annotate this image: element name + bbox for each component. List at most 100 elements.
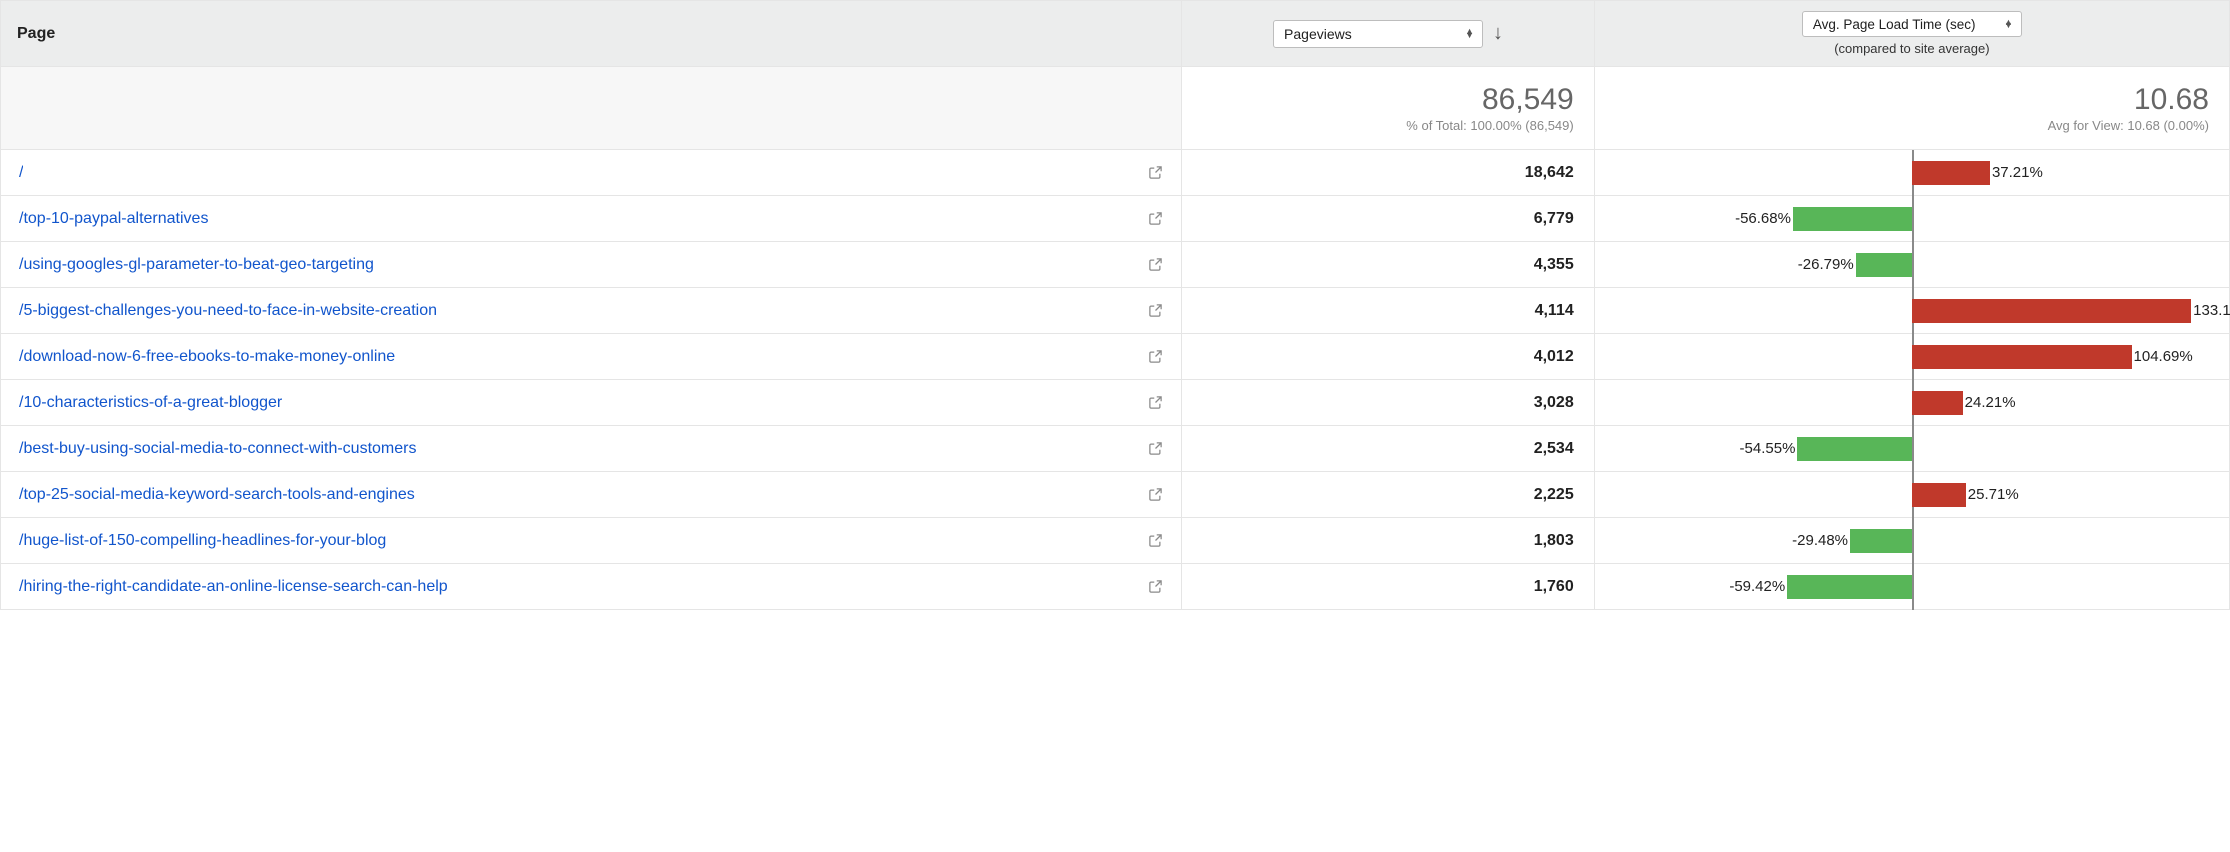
table-row: /hiring-the-right-candidate-an-online-li… <box>1 564 2230 610</box>
external-link-icon[interactable] <box>1148 303 1163 318</box>
page-link[interactable]: /huge-list-of-150-compelling-headlines-f… <box>19 532 386 550</box>
comparison-bar-cell: 24.21% <box>1594 380 2229 426</box>
comparison-bar <box>1912 161 1990 185</box>
page-cell: /5-biggest-challenges-you-need-to-face-i… <box>1 288 1182 334</box>
totals-metric-note: Avg for View: 10.68 (0.00%) <box>1615 118 2209 133</box>
comparison-bar-label: 24.21% <box>1965 391 2016 415</box>
page-link[interactable]: /best-buy-using-social-media-to-connect-… <box>19 440 416 458</box>
page-cell: /best-buy-using-social-media-to-connect-… <box>1 426 1182 472</box>
external-link-icon[interactable] <box>1148 395 1163 410</box>
comparison-bar <box>1912 391 1963 415</box>
comparison-bar <box>1793 207 1912 231</box>
totals-metric-cell: 10.68 Avg for View: 10.68 (0.00%) <box>1594 67 2229 150</box>
comparison-bar-cell: -54.55% <box>1594 426 2229 472</box>
table-row: /using-googles-gl-parameter-to-beat-geo-… <box>1 242 2230 288</box>
comparison-bar-label: 25.71% <box>1968 483 2019 507</box>
page-link[interactable]: /top-10-paypal-alternatives <box>19 210 208 228</box>
pageviews-cell: 2,225 <box>1182 472 1594 518</box>
page-cell: / <box>1 150 1182 196</box>
page-cell: /top-25-social-media-keyword-search-tool… <box>1 472 1182 518</box>
comparison-metric-select[interactable]: Avg. Page Load Time (sec) ▲▼ <box>1802 11 2022 37</box>
comparison-bar-label: -26.79% <box>1798 253 1854 277</box>
comparison-bar-cell: 133.12% <box>1594 288 2229 334</box>
table-row: /top-10-paypal-alternatives 6,779 -56.68… <box>1 196 2230 242</box>
table-row: / 18,642 37.21% <box>1 150 2230 196</box>
page-cell: /download-now-6-free-ebooks-to-make-mone… <box>1 334 1182 380</box>
baseline-marker <box>1912 426 1914 472</box>
column-header-page-label: Page <box>17 25 55 42</box>
table-row: /huge-list-of-150-compelling-headlines-f… <box>1 518 2230 564</box>
pageviews-cell: 1,803 <box>1182 518 1594 564</box>
totals-row: 86,549 % of Total: 100.00% (86,549) 10.6… <box>1 67 2230 150</box>
external-link-icon[interactable] <box>1148 533 1163 548</box>
page-link[interactable]: / <box>19 164 23 182</box>
pageviews-cell: 4,114 <box>1182 288 1594 334</box>
external-link-icon[interactable] <box>1148 349 1163 364</box>
table-row: /5-biggest-challenges-you-need-to-face-i… <box>1 288 2230 334</box>
column-header-pageviews: Pageviews ▲▼ ↓ <box>1182 1 1594 67</box>
external-link-icon[interactable] <box>1148 487 1163 502</box>
totals-pageviews-cell: 86,549 % of Total: 100.00% (86,549) <box>1182 67 1594 150</box>
external-link-icon[interactable] <box>1148 441 1163 456</box>
comparison-bar <box>1912 483 1966 507</box>
table-row: /best-buy-using-social-media-to-connect-… <box>1 426 2230 472</box>
comparison-bar-label: -56.68% <box>1735 207 1791 231</box>
comparison-bar-cell: -56.68% <box>1594 196 2229 242</box>
table-row: /10-characteristics-of-a-great-blogger 3… <box>1 380 2230 426</box>
page-link[interactable]: /using-googles-gl-parameter-to-beat-geo-… <box>19 256 374 274</box>
totals-metric-value: 10.68 <box>1615 83 2209 116</box>
comparison-bar <box>1797 437 1911 461</box>
column-header-metric: Avg. Page Load Time (sec) ▲▼ (compared t… <box>1594 1 2229 67</box>
comparison-bar-cell: 25.71% <box>1594 472 2229 518</box>
baseline-marker <box>1912 518 1914 564</box>
comparison-bar-label: 104.69% <box>2134 345 2193 369</box>
external-link-icon[interactable] <box>1148 257 1163 272</box>
page-cell: /hiring-the-right-candidate-an-online-li… <box>1 564 1182 610</box>
table-row: /download-now-6-free-ebooks-to-make-mone… <box>1 334 2230 380</box>
table-row: /top-25-social-media-keyword-search-tool… <box>1 472 2230 518</box>
sort-descending-icon[interactable]: ↓ <box>1493 22 1503 45</box>
column-header-page[interactable]: Page <box>1 1 1182 67</box>
page-cell: /using-googles-gl-parameter-to-beat-geo-… <box>1 242 1182 288</box>
page-link[interactable]: /hiring-the-right-candidate-an-online-li… <box>19 578 448 596</box>
pageviews-cell: 4,355 <box>1182 242 1594 288</box>
comparison-bar <box>1912 299 2191 323</box>
page-link[interactable]: /10-characteristics-of-a-great-blogger <box>19 394 282 412</box>
page-cell: /huge-list-of-150-compelling-headlines-f… <box>1 518 1182 564</box>
pageviews-cell: 6,779 <box>1182 196 1594 242</box>
external-link-icon[interactable] <box>1148 165 1163 180</box>
page-link[interactable]: /download-now-6-free-ebooks-to-make-mone… <box>19 348 395 366</box>
pageviews-metric-select-label: Pageviews <box>1284 26 1352 42</box>
comparison-bar-label: -59.42% <box>1729 575 1785 599</box>
comparison-metric-select-label: Avg. Page Load Time (sec) <box>1813 17 1976 32</box>
comparison-bar <box>1787 575 1912 599</box>
totals-blank-cell <box>1 67 1182 150</box>
baseline-marker <box>1912 196 1914 242</box>
pageviews-cell: 18,642 <box>1182 150 1594 196</box>
site-speed-table: Page Pageviews ▲▼ ↓ Avg. Page Load Time … <box>0 0 2230 610</box>
pageviews-cell: 4,012 <box>1182 334 1594 380</box>
baseline-marker <box>1912 242 1914 288</box>
comparison-bar-cell: -29.48% <box>1594 518 2229 564</box>
comparison-bar <box>1856 253 1912 277</box>
pageviews-cell: 2,534 <box>1182 426 1594 472</box>
comparison-bar <box>1850 529 1912 553</box>
comparison-bar-label: -29.48% <box>1792 529 1848 553</box>
external-link-icon[interactable] <box>1148 579 1163 594</box>
comparison-bar <box>1912 345 2132 369</box>
page-cell: /top-10-paypal-alternatives <box>1 196 1182 242</box>
totals-pageviews-value: 86,549 <box>1202 83 1573 116</box>
baseline-marker <box>1912 564 1914 610</box>
page-cell: /10-characteristics-of-a-great-blogger <box>1 380 1182 426</box>
page-link[interactable]: /5-biggest-challenges-you-need-to-face-i… <box>19 302 437 320</box>
pageviews-metric-select[interactable]: Pageviews ▲▼ <box>1273 20 1483 48</box>
comparison-bar-label: 133.12% <box>2193 299 2230 323</box>
comparison-bar-cell: 37.21% <box>1594 150 2229 196</box>
select-caret-icon: ▲▼ <box>2004 21 2013 27</box>
table-header-row: Page Pageviews ▲▼ ↓ Avg. Page Load Time … <box>1 1 2230 67</box>
page-link[interactable]: /top-25-social-media-keyword-search-tool… <box>19 486 415 504</box>
comparison-bar-cell: -26.79% <box>1594 242 2229 288</box>
comparison-bar-label: 37.21% <box>1992 161 2043 185</box>
comparison-bar-label: -54.55% <box>1740 437 1796 461</box>
external-link-icon[interactable] <box>1148 211 1163 226</box>
